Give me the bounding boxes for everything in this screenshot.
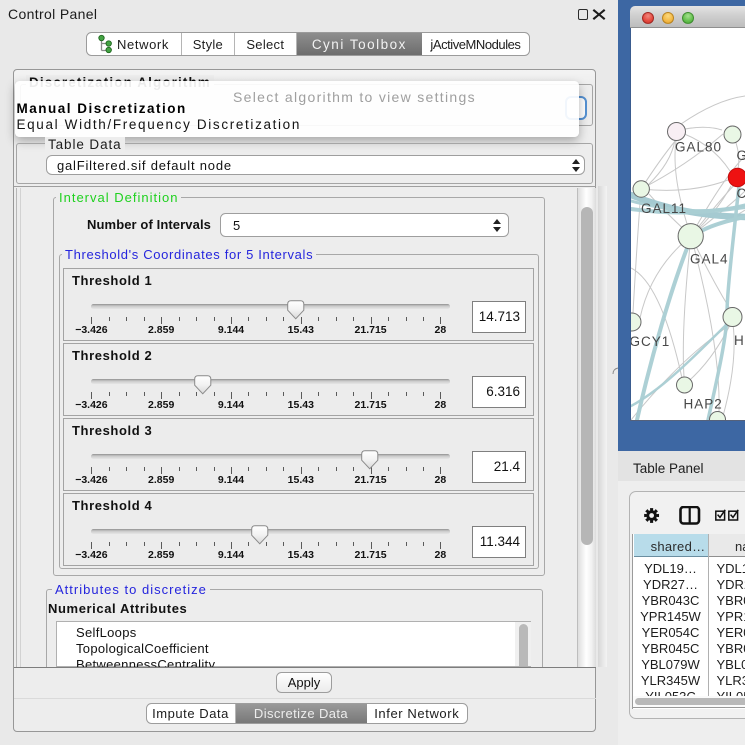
svg-text:C: C [737,186,745,201]
svg-text:GAL11: GAL11 [641,201,687,216]
svg-text:GAL4: GAL4 [690,252,729,267]
svg-text:H: H [734,333,745,348]
svg-text:GAL80: GAL80 [675,140,722,155]
svg-text:GCY1: GCY1 [631,334,670,349]
svg-text:HAP2: HAP2 [684,397,723,412]
svg-text:G.: G. [737,148,745,163]
